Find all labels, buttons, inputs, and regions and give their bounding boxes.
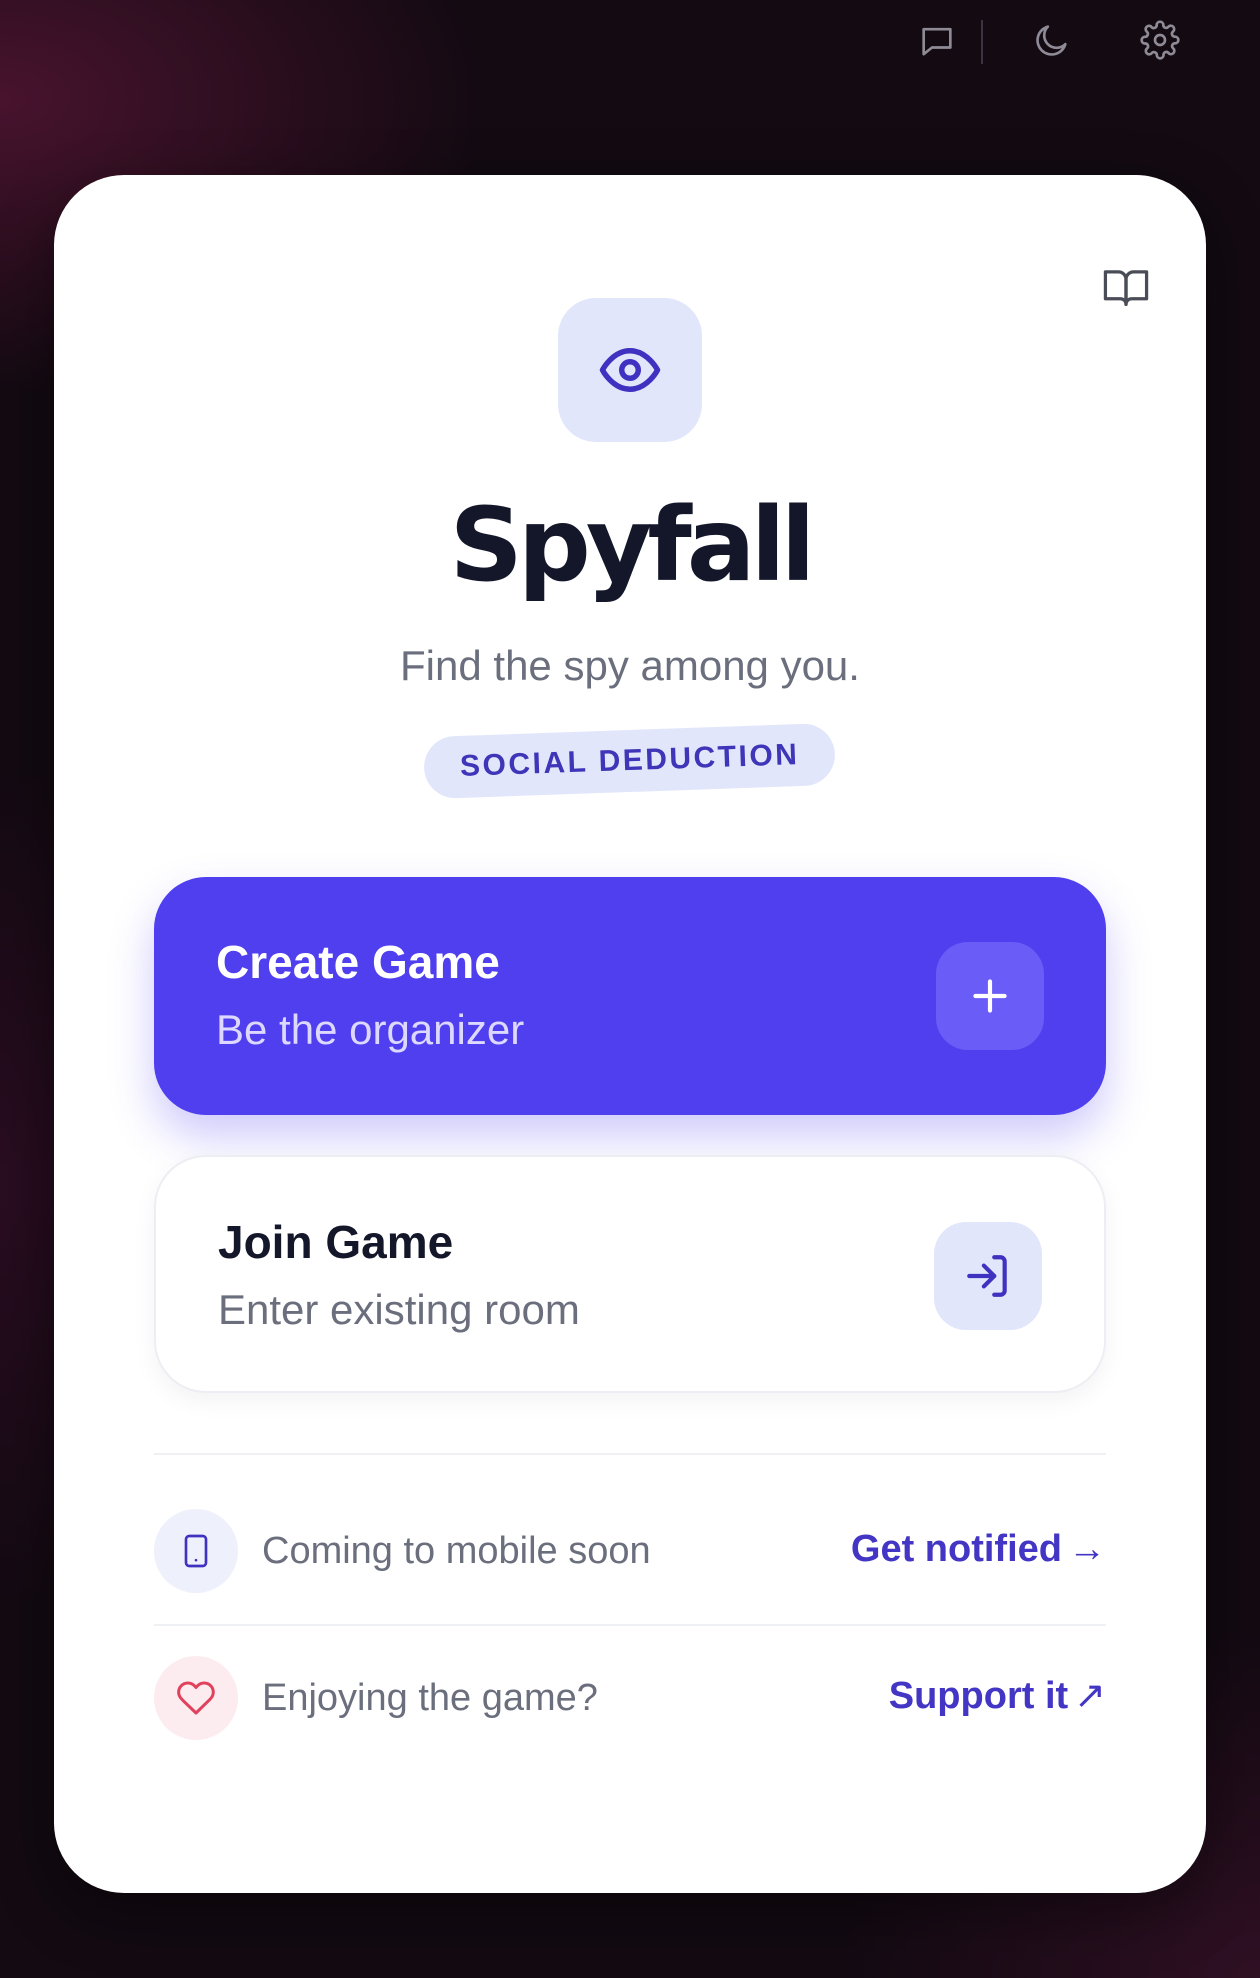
create-game-title: Create Game	[216, 936, 500, 988]
get-notified-link[interactable]: Get notified →	[850, 1528, 1106, 1571]
create-game-button[interactable]: Create Game Be the organizer	[154, 877, 1106, 1115]
heart-icon	[154, 1656, 238, 1740]
plus-icon	[936, 942, 1044, 1050]
app-tagline: Find the spy among you.	[400, 642, 860, 689]
join-game-title: Join Game	[218, 1216, 454, 1268]
category-badge: SOCIAL DEDUCTION	[423, 722, 837, 800]
home-card: Spyfall Find the spy among you. SOCIAL D…	[54, 175, 1206, 1893]
support-text: Enjoying the game?	[262, 1677, 598, 1719]
app-title: Spyfall	[449, 486, 815, 605]
moon-icon[interactable]	[1024, 12, 1080, 68]
arrow-up-right-icon: ↗	[1074, 1675, 1106, 1717]
toolbar-separator	[981, 20, 983, 64]
mobile-notice-text: Coming to mobile soon	[262, 1530, 651, 1572]
get-notified-label: Get notified	[850, 1528, 1062, 1570]
arrow-right-icon: →	[1068, 1528, 1106, 1570]
feedback-message-icon[interactable]	[909, 12, 965, 68]
badge-container: SOCIAL DEDUCTION	[54, 722, 1206, 800]
support-row: Enjoying the game? Support it ↗	[154, 1656, 1106, 1742]
log-in-icon	[934, 1222, 1042, 1330]
join-game-subtitle: Enter existing room	[218, 1286, 580, 1333]
divider	[154, 1453, 1106, 1455]
smartphone-icon	[154, 1509, 238, 1593]
eye-icon	[599, 348, 661, 392]
gear-icon[interactable]	[1132, 12, 1188, 68]
logo-tile	[558, 298, 702, 442]
divider	[154, 1624, 1106, 1626]
support-link[interactable]: Support it ↗	[888, 1675, 1106, 1718]
create-game-subtitle: Be the organizer	[216, 1006, 525, 1053]
mobile-notice-row: Coming to mobile soon Get notified →	[154, 1509, 1106, 1595]
join-game-button[interactable]: Join Game Enter existing room	[154, 1155, 1106, 1393]
top-toolbar	[0, 8, 1260, 64]
support-label: Support it	[888, 1675, 1069, 1717]
book-open-icon[interactable]	[1094, 255, 1158, 319]
